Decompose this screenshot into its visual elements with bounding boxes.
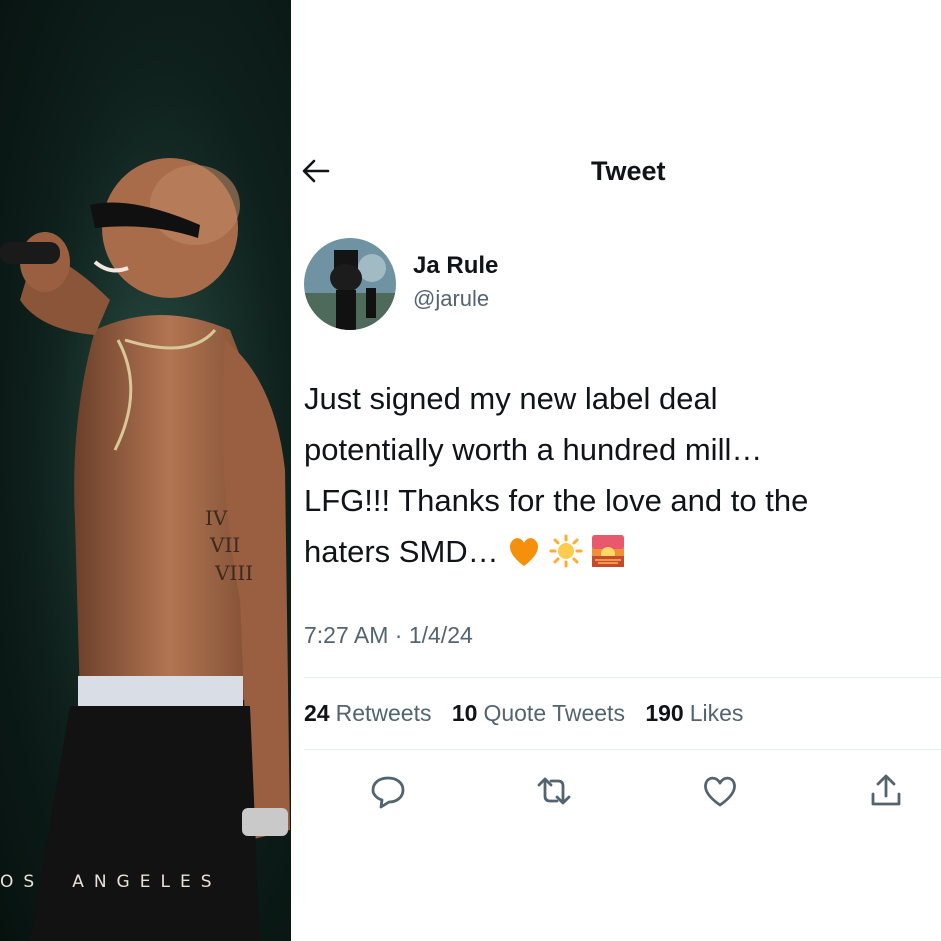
svg-text:IV: IV <box>205 506 228 530</box>
quote-tweets-label: Quote Tweets <box>483 700 625 726</box>
arrow-left-icon[interactable] <box>301 156 331 186</box>
likes-count: 190 <box>645 700 684 726</box>
divider <box>304 677 941 678</box>
page-title: Tweet <box>591 156 666 186</box>
like-icon[interactable] <box>701 772 739 810</box>
concert-photo: IV VII VIII OS ANGELES <box>0 0 291 941</box>
caption-letter: N <box>93 872 117 892</box>
tweet-screen: Tweet Ja Rule @jarule Just signed my new… <box>291 0 941 941</box>
retweet-icon[interactable] <box>535 772 573 810</box>
divider <box>304 749 941 750</box>
share-icon[interactable] <box>867 772 905 810</box>
reply-icon[interactable] <box>369 772 407 810</box>
caption-letter: E <box>179 872 201 892</box>
sun-icon <box>549 532 583 583</box>
caption-letter: A <box>72 872 94 892</box>
caption-letter: L <box>160 872 180 892</box>
profile-avatar-icon <box>304 238 396 330</box>
performer-illustration: IV VII VIII <box>0 0 291 941</box>
avatar[interactable] <box>304 238 396 330</box>
likes-stat[interactable]: 190 Likes <box>645 700 743 726</box>
tweet-stats: 24 Retweets 10 Quote Tweets 190 Likes <box>304 700 757 727</box>
caption-letter: S <box>23 872 45 892</box>
author-handle[interactable]: @jarule <box>413 286 489 312</box>
svg-text:VIII: VIII <box>214 561 253 585</box>
retweets-label: Retweets <box>335 700 432 726</box>
retweets-count: 24 <box>304 700 330 726</box>
caption-letter: S <box>200 872 222 892</box>
tweet-timestamp[interactable]: 7:27 AM · 1/4/24 <box>304 622 473 649</box>
svg-text:VII: VII <box>209 533 240 557</box>
sunset-icon <box>591 532 625 583</box>
quote-tweets-stat[interactable]: 10 Quote Tweets <box>452 700 625 726</box>
city-caption: OS ANGELES <box>0 872 291 892</box>
caption-letter: O <box>0 872 24 892</box>
caption-letter: G <box>116 872 140 892</box>
quote-tweets-count: 10 <box>451 700 478 726</box>
author-display-name[interactable]: Ja Rule <box>413 252 498 280</box>
tweet-text: Just signed my new label deal potentiall… <box>304 373 941 583</box>
caption-letter: E <box>139 872 161 892</box>
retweets-stat[interactable]: 24 Retweets <box>304 700 431 726</box>
orange-heart-icon <box>507 532 541 583</box>
likes-label: Likes <box>689 700 744 726</box>
